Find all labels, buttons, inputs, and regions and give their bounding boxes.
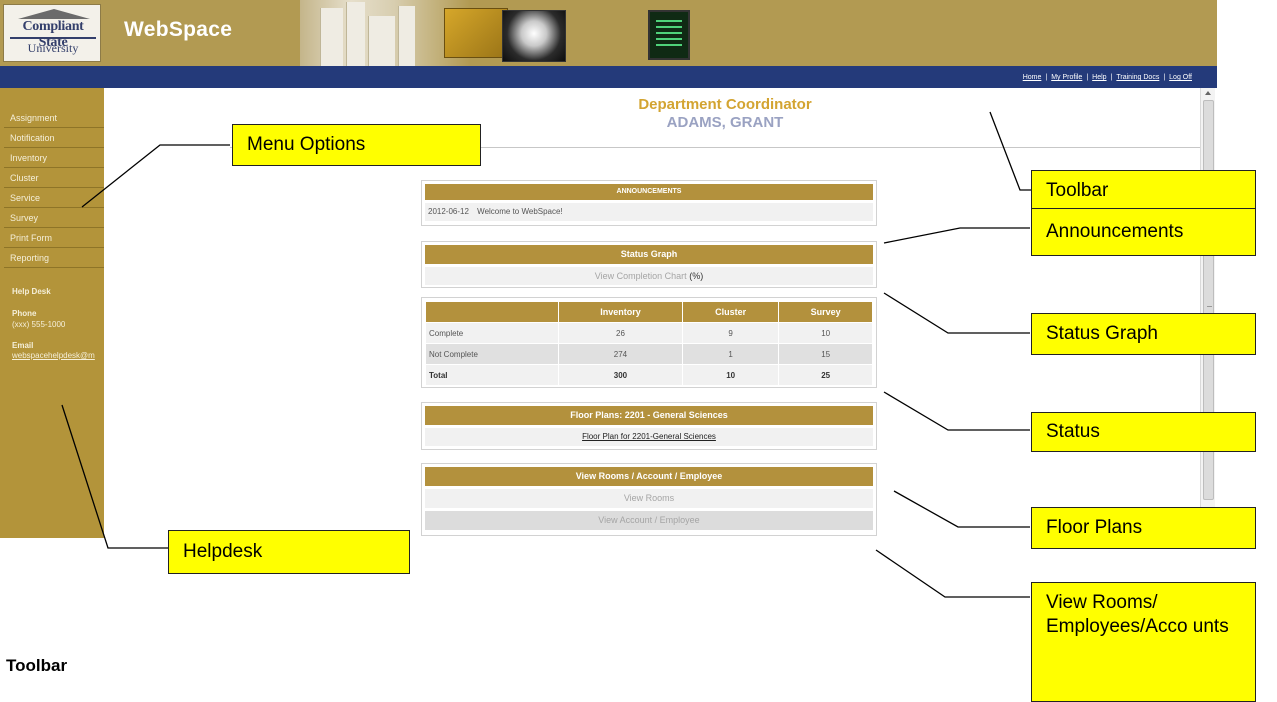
cell-value: 10 <box>682 365 779 385</box>
toolbar-link-log-off[interactable]: Log Off <box>1169 74 1192 81</box>
toolbar-link-help[interactable]: Help <box>1092 74 1106 81</box>
banner-gold-image <box>444 8 508 58</box>
announcements-title: ANNOUNCEMENTS <box>425 184 873 200</box>
section-caption: Toolbar <box>6 656 68 675</box>
table-row: Complete 26 9 10 <box>426 323 872 343</box>
menu-item-notification[interactable]: Notification <box>4 128 104 148</box>
status-table: Inventory Cluster Survey Complete 26 9 1… <box>425 301 873 386</box>
floor-plans-row: Floor Plan for 2201-General Sciences <box>425 428 873 446</box>
status-col-blank <box>426 302 558 322</box>
floor-plans-title: Floor Plans: 2201 - General Sciences <box>425 406 873 425</box>
logo-divider <box>10 37 96 39</box>
status-table-header: Inventory Cluster Survey <box>426 302 872 322</box>
cell-value: 10 <box>779 323 872 343</box>
banner-computer-image <box>648 10 690 60</box>
menu-item-service[interactable]: Service <box>4 188 104 208</box>
menu-item-reporting[interactable]: Reporting <box>4 248 104 268</box>
view-rooms-panel: View Rooms / Account / Employee View Roo… <box>421 463 877 536</box>
floor-plan-link[interactable]: Floor Plan for 2201-General Sciences <box>582 432 716 441</box>
logo-roof-icon <box>18 9 90 19</box>
toolbar-separator: | <box>1110 74 1113 81</box>
toolbar-link-training-docs[interactable]: Training Docs <box>1116 74 1159 81</box>
view-completion-chart-link[interactable]: View Completion Chart <box>595 271 687 281</box>
toolbar-link-my-profile[interactable]: My Profile <box>1051 74 1082 81</box>
row-label: Not Complete <box>426 344 558 364</box>
menu-item-print-form[interactable]: Print Form <box>4 228 104 248</box>
cell-value: 26 <box>559 323 682 343</box>
table-row: Total 300 10 25 <box>426 365 872 385</box>
menu-item-assignment[interactable]: Assignment <box>4 108 104 128</box>
status-col-inventory: Inventory <box>559 302 682 322</box>
cell-value: 25 <box>779 365 872 385</box>
callout-floor-plans: Floor Plans <box>1031 507 1256 549</box>
app-title: WebSpace <box>124 18 233 41</box>
cell-value: 15 <box>779 344 872 364</box>
helpdesk-phone-label: Phone <box>12 309 37 318</box>
cell-value: 274 <box>559 344 682 364</box>
helpdesk-title: Help Desk <box>12 287 51 296</box>
row-label: Total <box>426 365 558 385</box>
callout-status-graph: Status Graph <box>1031 313 1256 355</box>
callout-helpdesk: Helpdesk <box>168 530 410 574</box>
leader-view-rooms <box>875 549 1030 598</box>
announcement-row: 2012-06-12 Welcome to WebSpace! <box>425 203 873 221</box>
status-graph-title: Status Graph <box>425 245 873 264</box>
view-rooms-link[interactable]: View Rooms <box>425 489 873 508</box>
announcement-message: Welcome to WebSpace! <box>477 207 563 216</box>
cell-value: 300 <box>559 365 682 385</box>
announcement-date: 2012-06-12 <box>428 207 469 216</box>
scroll-up-icon[interactable] <box>1205 91 1211 95</box>
toolbar-separator: | <box>1163 74 1166 81</box>
toolbar-separator: | <box>1045 74 1048 81</box>
callout-announcements: Announcements <box>1031 208 1256 256</box>
announcements-panel: ANNOUNCEMENTS 2012-06-12 Welcome to WebS… <box>421 180 877 226</box>
completion-chart-percent: (%) <box>689 271 704 281</box>
helpdesk-email-link[interactable]: webspacehelpdesk@m <box>12 351 104 360</box>
university-logo[interactable]: Compliant State University <box>3 4 101 62</box>
user-name: ADAMS, GRANT <box>666 114 784 131</box>
toolbar-link-home[interactable]: Home <box>1023 74 1042 81</box>
status-graph-panel: Status Graph View Completion Chart (%) <box>421 241 877 288</box>
callout-status: Status <box>1031 412 1256 452</box>
toolbar: Home | My Profile | Help | Training Docs | Log O… <box>1023 74 1192 81</box>
view-account-employee-link[interactable]: View Account / Employee <box>425 511 873 530</box>
webspace-screenshot: Compliant State University WebSpace Home… <box>0 0 1217 538</box>
banner: Compliant State University WebSpace <box>0 0 1217 66</box>
status-graph-row: View Completion Chart (%) <box>425 267 873 285</box>
callout-menu-options: Menu Options <box>232 124 481 166</box>
view-rooms-title: View Rooms / Account / Employee <box>425 467 873 486</box>
helpdesk-phone: (xxx) 555-1000 <box>12 320 66 329</box>
banner-astronaut-image <box>502 10 566 62</box>
user-role: Department Coordinator <box>638 96 812 113</box>
callout-view-rooms: View Rooms/ Employees/Acco unts <box>1031 582 1256 702</box>
status-col-survey: Survey <box>779 302 872 322</box>
menu-item-inventory[interactable]: Inventory <box>4 148 104 168</box>
status-col-cluster: Cluster <box>682 302 779 322</box>
table-row: Not Complete 274 1 15 <box>426 344 872 364</box>
toolbar-separator: | <box>1086 74 1089 81</box>
helpdesk-email-label: Email <box>12 341 34 350</box>
menu-item-cluster[interactable]: Cluster <box>4 168 104 188</box>
cell-value: 9 <box>682 323 779 343</box>
status-panel: Inventory Cluster Survey Complete 26 9 1… <box>421 297 877 388</box>
menu-item-survey[interactable]: Survey <box>4 208 104 228</box>
logo-line-2: University <box>27 41 79 55</box>
floor-plans-panel: Floor Plans: 2201 - General Sciences Flo… <box>421 402 877 450</box>
row-label: Complete <box>426 323 558 343</box>
cell-value: 1 <box>682 344 779 364</box>
callout-toolbar: Toolbar <box>1031 170 1256 211</box>
